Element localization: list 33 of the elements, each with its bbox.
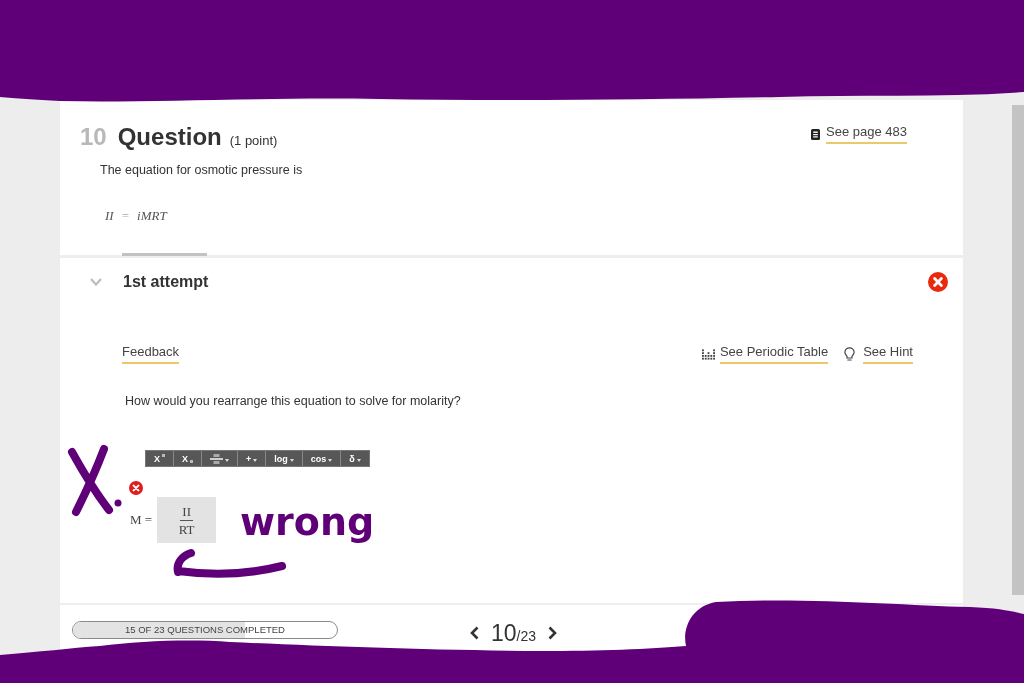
- progress-label: 15 OF 23 QUESTIONS COMPLETED: [124, 623, 286, 637]
- ebook-icon: [811, 128, 821, 140]
- question-points: (1 point): [229, 133, 278, 148]
- hint-link[interactable]: See Hint: [863, 344, 913, 364]
- symbol-button[interactable]: δ: [340, 451, 369, 466]
- periodic-table-link[interactable]: See Periodic Table: [719, 344, 829, 364]
- handwritten-note: wrong: [240, 500, 375, 544]
- chevron-left-icon[interactable]: [470, 626, 479, 640]
- symbol-button[interactable]: cos: [301, 451, 341, 466]
- lightbulb-icon: [844, 347, 856, 361]
- answer-variable: M =: [130, 512, 153, 528]
- attempt-title: 1st attempt: [123, 273, 209, 291]
- equation-text: II = iMRT: [105, 207, 167, 225]
- question-prompt: How would you rearrange this equation to solve for molarity?: [125, 393, 461, 410]
- superscript-slot-icon: [162, 454, 165, 457]
- fraction-icon: [210, 453, 224, 464]
- periodic-table-icon: [701, 348, 715, 360]
- superscript-button[interactable]: X: [146, 451, 173, 466]
- page-reference-link[interactable]: See page 483: [826, 124, 907, 144]
- question-title: Question: [117, 123, 222, 151]
- feedback-link[interactable]: Feedback: [122, 344, 180, 364]
- symbol-button[interactable]: log: [265, 451, 302, 466]
- answer-field[interactable]: II RT: [157, 497, 217, 543]
- scrollbar-thumb[interactable]: [1012, 105, 1024, 595]
- page-indicator: 10/23: [491, 619, 537, 647]
- chevron-right-icon[interactable]: [548, 626, 558, 640]
- handwritten-x-mark: [68, 445, 122, 516]
- subscript-button[interactable]: X: [173, 451, 202, 466]
- question-text: The equation for osmotic pressure is: [100, 162, 304, 179]
- symbol-button[interactable]: +: [237, 451, 266, 466]
- question-number: 10: [80, 123, 107, 151]
- subscript-slot-icon: [190, 460, 194, 463]
- answer-fraction: II RT: [178, 503, 195, 537]
